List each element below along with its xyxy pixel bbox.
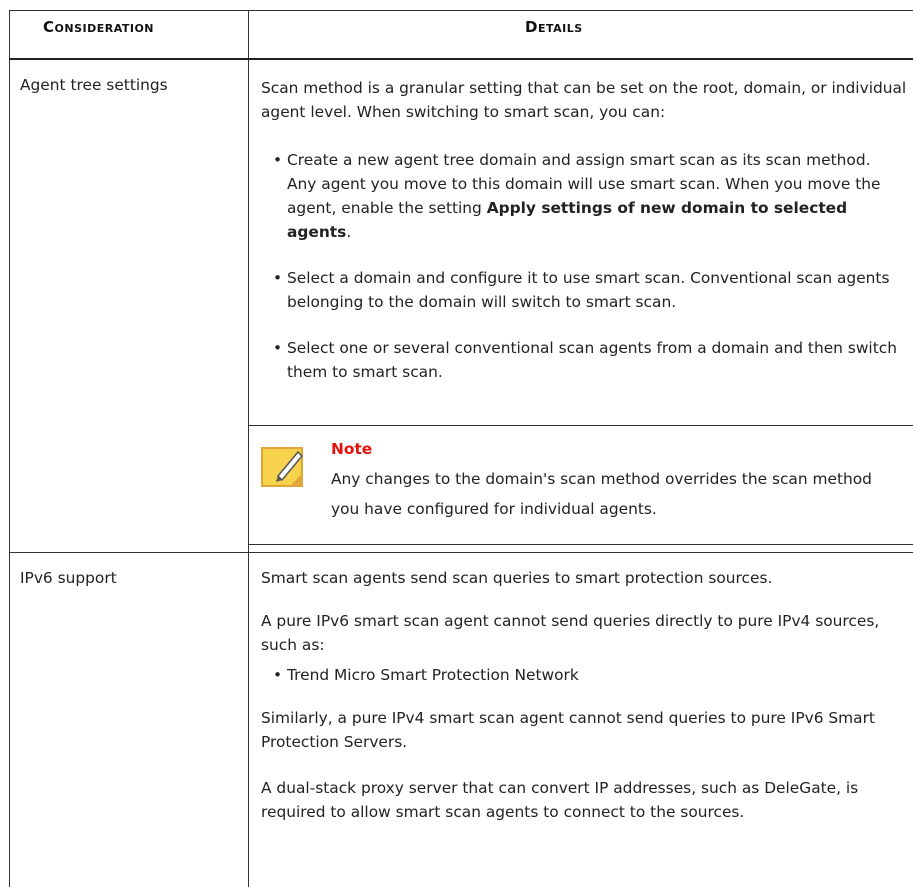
header-divider [9,58,913,60]
row-consideration-agent-tree: Agent tree settings [20,76,168,94]
row2-bullet-1: • Trend Micro Smart Protection Network [273,663,903,687]
bullet-dot: • [273,269,283,287]
table-border-top [9,10,913,11]
row2-p3: Similarly, a pure IPv4 smart scan agent … [261,709,875,751]
row1-intro: Scan method is a granular setting that c… [261,79,907,121]
row1-bullet-1: • Create a new agent tree domain and ass… [273,148,903,244]
row1-bullet-3: • Select one or several conventional sca… [273,336,903,384]
column-divider [248,10,249,887]
note-title: Note [331,440,373,458]
note-body: Any changes to the domain's scan method … [331,470,872,518]
header-consideration: Consideration [43,18,155,36]
bullet-text-end: . [346,223,352,241]
header-details: Details [525,18,583,36]
bullet-text: Select one or several conventional scan … [287,339,897,381]
note-pencil-icon [260,444,308,492]
row2-p2: A pure IPv6 smart scan agent cannot send… [261,612,880,654]
bullet-dot: • [273,666,283,684]
note-top-rule [248,425,913,426]
row2-p1: Smart scan agents send scan queries to s… [261,569,773,587]
row-divider [9,552,913,553]
row1-bullet-2: • Select a domain and configure it to us… [273,266,903,314]
bullet-dot: • [273,339,283,357]
row-consideration-ipv6: IPv6 support [20,569,117,587]
bullet-dot: • [273,151,283,169]
row2-p4: A dual-stack proxy server that can conve… [261,779,859,821]
table-border-left [9,10,10,887]
bullet-text: Select a domain and configure it to use … [287,269,890,311]
bullet-text: Trend Micro Smart Protection Network [287,666,579,684]
note-bottom-rule [248,544,913,545]
